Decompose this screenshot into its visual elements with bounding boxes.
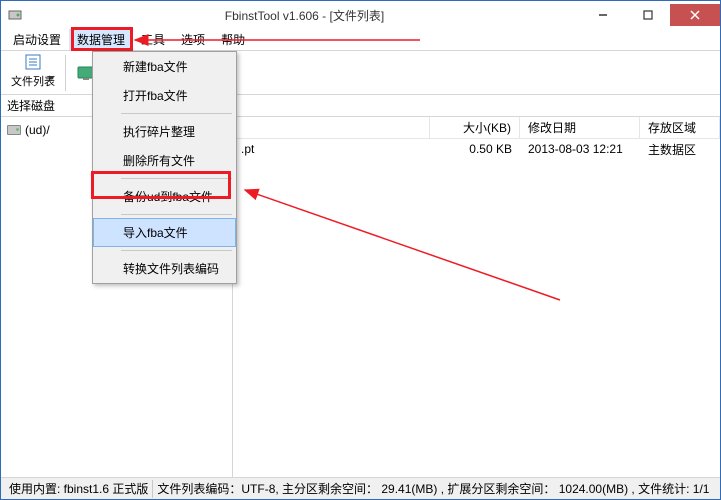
close-button[interactable] — [670, 4, 720, 26]
menu-separator — [121, 214, 232, 215]
menu-defrag[interactable]: 执行碎片整理 — [93, 117, 236, 146]
dropdown-data-manage: 新建fba文件 打开fba文件 执行碎片整理 删除所有文件 备份ud到fba文件… — [92, 51, 237, 284]
file-list-icon — [23, 52, 43, 72]
window-title: FbinstTool v1.606 - [文件列表] — [29, 7, 580, 24]
app-icon — [7, 7, 23, 23]
menu-tools[interactable]: 工具 — [133, 29, 173, 50]
list-header: 大小(KB) 修改日期 存放区域 — [233, 117, 720, 139]
select-disk-label: 选择磁盘 — [7, 97, 55, 114]
menu-backup-ud[interactable]: 备份ud到fba文件 — [93, 182, 236, 211]
col-area[interactable]: 存放区域 — [640, 117, 720, 138]
file-list-panel: 大小(KB) 修改日期 存放区域 .pt 0.50 KB 2013-08-03 … — [233, 117, 720, 477]
menu-import-fba[interactable]: 导入fba文件 — [93, 218, 236, 247]
toolbar-separator — [65, 55, 66, 91]
menu-separator — [121, 178, 232, 179]
status-seg2: 文件列表编码：UTF-8, 主分区剩余空间： 29.41(MB) , 扩展分区剩… — [153, 480, 713, 498]
tree-root-label: (ud)/ — [25, 123, 50, 137]
list-body: .pt 0.50 KB 2013-08-03 12:21 主数据区 — [233, 139, 720, 477]
menu-separator — [121, 113, 232, 114]
table-row[interactable]: .pt 0.50 KB 2013-08-03 12:21 主数据区 — [233, 139, 720, 159]
menu-open-fba[interactable]: 打开fba文件 — [93, 81, 236, 110]
status-seg1: 使用内置: fbinst1.6 正式版 — [5, 480, 153, 498]
window-controls — [580, 4, 720, 26]
menu-new-fba[interactable]: 新建fba文件 — [93, 52, 236, 81]
menu-options[interactable]: 选项 — [173, 29, 213, 50]
maximize-button[interactable] — [625, 4, 670, 26]
toolbar-file-list[interactable]: 文件列表 — [5, 50, 61, 96]
chevron-down-icon — [47, 76, 55, 80]
disk-icon — [7, 125, 21, 135]
menu-data-manage[interactable]: 数据管理 — [69, 29, 133, 50]
col-date[interactable]: 修改日期 — [520, 117, 640, 138]
menu-separator — [121, 250, 232, 251]
cell-area: 主数据区 — [640, 141, 720, 158]
cell-name: .pt — [233, 142, 430, 156]
menu-help[interactable]: 帮助 — [213, 29, 253, 50]
titlebar: FbinstTool v1.606 - [文件列表] — [1, 1, 720, 29]
minimize-button[interactable] — [580, 4, 625, 26]
col-name[interactable] — [233, 117, 430, 138]
col-size[interactable]: 大小(KB) — [430, 117, 520, 138]
menubar: 启动设置 数据管理 工具 选项 帮助 — [1, 29, 720, 51]
menu-convert-encoding[interactable]: 转换文件列表编码 — [93, 254, 236, 283]
menu-startup[interactable]: 启动设置 — [5, 29, 69, 50]
statusbar: 使用内置: fbinst1.6 正式版 文件列表编码：UTF-8, 主分区剩余空… — [1, 477, 720, 499]
cell-date: 2013-08-03 12:21 — [520, 142, 640, 156]
menu-delete-all[interactable]: 删除所有文件 — [93, 146, 236, 175]
cell-size: 0.50 KB — [430, 142, 520, 156]
